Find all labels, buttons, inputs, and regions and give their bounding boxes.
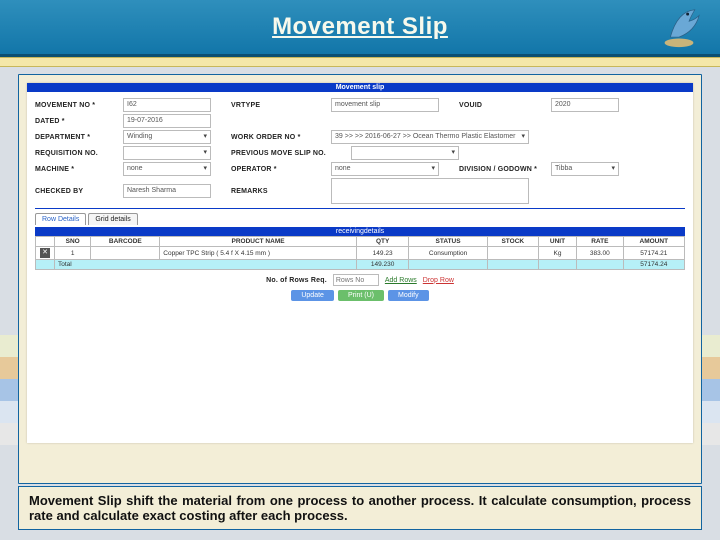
- checked-by-field[interactable]: Naresh Sharma: [123, 184, 211, 198]
- delete-row-icon[interactable]: ✕: [40, 248, 50, 258]
- remarks-textarea[interactable]: [331, 178, 529, 204]
- update-button[interactable]: Update: [291, 290, 334, 301]
- print-button[interactable]: Print (U): [338, 290, 384, 301]
- division-select[interactable]: Tibba: [551, 162, 619, 176]
- label-remarks: REMARKS: [231, 188, 331, 195]
- screenshot-panel: Movement slip MOVEMENT NO * I62 VRTYPE m…: [18, 74, 702, 484]
- tab-grid-details[interactable]: Grid details: [88, 213, 137, 225]
- cell-qty[interactable]: 149.23: [356, 247, 409, 260]
- table-row[interactable]: ✕ 1 Copper TPC Strip ( 5.4 f X 4.15 mm )…: [36, 247, 685, 260]
- grid-title: receivingdetails: [35, 227, 685, 236]
- slide-title: Movement Slip: [272, 13, 448, 41]
- add-rows-link[interactable]: Add Rows: [385, 277, 417, 284]
- app-title: Movement slip: [27, 83, 693, 92]
- bird-logo: [656, 4, 702, 50]
- label-work-order: WORK ORDER NO *: [231, 134, 331, 141]
- label-machine: MACHINE *: [35, 166, 123, 173]
- vouid-field[interactable]: 2020: [551, 98, 619, 112]
- label-department: DEPARTMENT *: [35, 134, 123, 141]
- cell-amount[interactable]: 57174.21: [623, 247, 684, 260]
- label-vrtype: VRTYPE: [231, 102, 331, 109]
- movement-slip-app: Movement slip MOVEMENT NO * I62 VRTYPE m…: [27, 83, 693, 443]
- section-divider: [35, 208, 685, 209]
- tab-row-details[interactable]: Row Details: [35, 213, 86, 225]
- details-table: SNO BARCODE PRODUCT NAME QTY STATUS STOC…: [35, 236, 685, 270]
- th-status: STATUS: [409, 237, 487, 247]
- cell-barcode[interactable]: [91, 247, 160, 260]
- label-vouid: VOUID: [459, 102, 551, 109]
- table-total-row: Total 149.230 57174.24: [36, 260, 685, 270]
- total-qty: 149.230: [356, 260, 409, 270]
- label-dated: DATED *: [35, 118, 123, 125]
- th-product: PRODUCT NAME: [160, 237, 357, 247]
- modify-button[interactable]: Modify: [388, 290, 429, 301]
- rows-req-label: No. of Rows Req.: [266, 277, 327, 284]
- total-amount: 57174.24: [623, 260, 684, 270]
- label-checked-by: CHECKED BY: [35, 188, 123, 195]
- slide-caption: Movement Slip shift the material from on…: [18, 486, 702, 530]
- row-controls: No. of Rows Req. Add Rows Drop Row: [35, 274, 685, 286]
- cell-product[interactable]: Copper TPC Strip ( 5.4 f X 4.15 mm ): [160, 247, 357, 260]
- department-select[interactable]: Winding: [123, 130, 211, 144]
- requisition-select[interactable]: [123, 146, 211, 160]
- cell-rate[interactable]: 383.00: [577, 247, 623, 260]
- label-prev-move-slip: PREVIOUS MOVE SLIP NO.: [231, 150, 351, 157]
- dated-field[interactable]: 19-07-2016: [123, 114, 211, 128]
- rows-count-input[interactable]: [333, 274, 379, 286]
- prev-move-select[interactable]: [351, 146, 459, 160]
- operator-select[interactable]: none: [331, 162, 439, 176]
- cell-stock[interactable]: [487, 247, 538, 260]
- th-sno: SNO: [55, 237, 91, 247]
- work-order-select[interactable]: 39 >> >> 2016-06-27 >> Ocean Thermo Plas…: [331, 130, 529, 144]
- cell-unit[interactable]: Kg: [538, 247, 576, 260]
- form-area: MOVEMENT NO * I62 VRTYPE movement slip V…: [27, 92, 693, 305]
- th-barcode: BARCODE: [91, 237, 160, 247]
- th-amount: AMOUNT: [623, 237, 684, 247]
- label-operator: OPERATOR *: [231, 166, 331, 173]
- cell-status[interactable]: Consumption: [409, 247, 487, 260]
- movement-no-field[interactable]: I62: [123, 98, 211, 112]
- total-label: Total: [55, 260, 357, 270]
- table-header-row: SNO BARCODE PRODUCT NAME QTY STATUS STOC…: [36, 237, 685, 247]
- th-unit: UNIT: [538, 237, 576, 247]
- bottom-button-bar: Update Print (U) Modify: [35, 290, 685, 301]
- label-movement-no: MOVEMENT NO *: [35, 102, 123, 109]
- slide-title-bar: Movement Slip: [0, 0, 720, 57]
- th-stock: STOCK: [487, 237, 538, 247]
- divider-strip: [0, 57, 720, 67]
- detail-tabs: Row Details Grid details: [35, 213, 685, 225]
- label-division: DIVISION / GODOWN *: [459, 166, 551, 173]
- cell-sno[interactable]: 1: [55, 247, 91, 260]
- th-rate: RATE: [577, 237, 623, 247]
- drop-row-link[interactable]: Drop Row: [423, 277, 454, 284]
- vrtype-field[interactable]: movement slip: [331, 98, 439, 112]
- machine-select[interactable]: none: [123, 162, 211, 176]
- label-requisition-no: REQUISITION NO.: [35, 150, 123, 157]
- th-qty: QTY: [356, 237, 409, 247]
